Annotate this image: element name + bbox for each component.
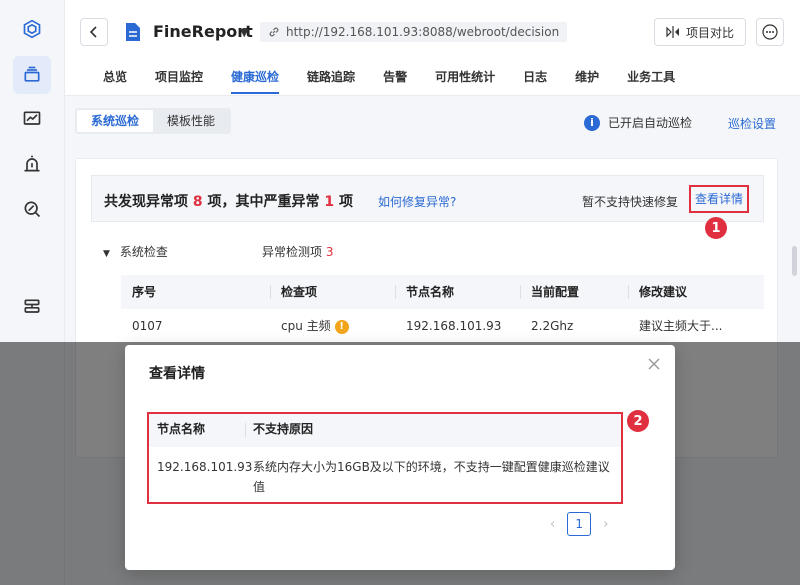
section-title: 系统检查 — [119, 245, 168, 259]
more-button[interactable] — [756, 18, 784, 46]
tab-overview[interactable]: 总览 — [103, 68, 127, 94]
col-reason: 不支持原因 — [245, 414, 621, 447]
col-seq: 序号 — [132, 285, 157, 299]
chevron-left-icon — [89, 26, 97, 38]
col-current-config: 当前配置 — [520, 275, 628, 309]
link-icon — [269, 27, 279, 37]
caret-down-icon[interactable]: ▼ — [240, 26, 248, 39]
summary-prefix: 共发现异常项 — [104, 194, 188, 210]
check-table: 序号 检查项 节点名称 当前配置 修改建议 0107 cpu 主频! 192.1… — [121, 275, 764, 345]
abnormal-items: 异常检测项 3 — [262, 243, 333, 260]
page-number[interactable]: 1 — [567, 512, 592, 536]
check-item-text: cpu 主频 — [281, 319, 331, 333]
tab-maintain[interactable]: 维护 — [575, 68, 599, 94]
tab-system-patrol[interactable]: 系统巡检 — [77, 110, 154, 132]
cell-config: 2.2Ghz — [531, 319, 574, 333]
annotation-marker-1: 1 — [705, 217, 727, 239]
summary-middle: 项，其中严重异常 — [207, 194, 320, 210]
url-field[interactable]: http://192.168.101.93:8088/webroot/decis… — [260, 22, 568, 42]
prev-page-icon[interactable]: ‹ — [550, 517, 555, 532]
details-table-header: 节点名称 不支持原因 — [149, 414, 621, 447]
close-icon[interactable] — [645, 355, 663, 373]
col-check-item: 检查项 — [270, 275, 395, 309]
scrollbar[interactable] — [792, 246, 797, 276]
url-text: http://192.168.101.93:8088/webroot/decis… — [286, 25, 560, 39]
compare-icon — [666, 26, 679, 38]
table-row: 0107 cpu 主频! 192.168.101.93 2.2Ghz 建议主频大… — [121, 309, 764, 345]
nav-tabs: 总览 项目监控 健康巡检 链路追踪 告警 可用性统计 日志 维护 业务工具 — [103, 68, 675, 94]
back-button[interactable] — [80, 18, 108, 46]
tools-icon[interactable] — [13, 190, 51, 228]
abnormal-items-count: 3 — [325, 245, 334, 259]
table-header: 序号 检查项 节点名称 当前配置 修改建议 — [121, 275, 764, 309]
compare-button[interactable]: 项目对比 — [654, 18, 746, 46]
logo-icon[interactable] — [13, 10, 51, 48]
details-table: 节点名称 不支持原因 192.168.101.93 系统内存大小为16GB及以下… — [147, 412, 623, 504]
auto-patrol-status: i 已开启自动巡检 — [583, 114, 692, 131]
info-icon: i — [583, 114, 600, 131]
tab-alarm[interactable]: 告警 — [383, 68, 407, 94]
summary-text: 共发现异常项 8 项，其中严重异常 1 项 — [104, 191, 353, 211]
col-suggestion: 修改建议 — [628, 275, 764, 309]
summary-bar: 共发现异常项 8 项，其中严重异常 1 项 如何修复异常? 暂不支持快速修复 查… — [91, 175, 764, 222]
tab-trace[interactable]: 链路追踪 — [307, 68, 355, 94]
severe-count: 1 — [324, 194, 335, 210]
more-icon — [762, 24, 778, 40]
cell-reason: 系统内存大小为16GB及以下的环境，不支持一键配置健康巡检建议值 — [253, 460, 610, 494]
view-details-link[interactable]: 查看详情 — [689, 185, 750, 213]
table-row: 192.168.101.93 系统内存大小为16GB及以下的环境，不支持一键配置… — [149, 447, 621, 497]
tab-template-perf[interactable]: 模板性能 — [153, 110, 229, 132]
abnormal-label: 异常检测项 — [262, 245, 323, 259]
pagination: ‹ 1 › — [550, 512, 608, 536]
col-node-name: 节点名称 — [395, 275, 520, 309]
no-quick-fix-text: 暂不支持快速修复 — [582, 195, 679, 209]
list-icon[interactable] — [13, 288, 51, 326]
section-system-check[interactable]: ▼ 系统检查 — [103, 243, 168, 260]
cell-seq: 0107 — [132, 319, 163, 333]
tab-project-monitor[interactable]: 项目监控 — [155, 68, 203, 94]
modal-title: 查看详情 — [149, 366, 205, 382]
chart-monitor-icon[interactable] — [13, 100, 51, 138]
summary-suffix: 项 — [339, 194, 353, 210]
col-node-name: 节点名称 — [157, 422, 206, 436]
layers-icon[interactable] — [13, 56, 51, 94]
how-to-fix-link[interactable]: 如何修复异常? — [378, 193, 456, 210]
document-icon — [126, 23, 140, 41]
tab-availability[interactable]: 可用性统计 — [435, 68, 495, 94]
annotation-marker-2: 2 — [627, 410, 649, 432]
tab-log[interactable]: 日志 — [523, 68, 547, 94]
cell-check-item: cpu 主频! — [270, 309, 395, 345]
tab-health-patrol[interactable]: 健康巡检 — [231, 68, 280, 94]
tab-business-tools[interactable]: 业务工具 — [627, 68, 675, 94]
alarm-icon[interactable] — [13, 145, 51, 183]
cell-node: 192.168.101.93 — [406, 319, 502, 333]
next-page-icon[interactable]: › — [603, 517, 608, 532]
details-modal: 查看详情 节点名称 不支持原因 192.168.101.93 系统内存大小为16… — [125, 345, 675, 570]
app-name[interactable]: FineReport — [153, 22, 253, 41]
patrol-settings-link[interactable]: 巡检设置 — [728, 115, 776, 132]
subtab-switch: 系统巡检 模板性能 — [75, 108, 232, 134]
warning-icon[interactable]: ! — [334, 319, 349, 334]
auto-patrol-text: 已开启自动巡检 — [607, 116, 692, 130]
top-bar: FineReport ▼ http://192.168.101.93:8088/… — [65, 0, 800, 96]
abnormal-count: 8 — [192, 194, 203, 210]
cell-node: 192.168.101.93 — [157, 460, 253, 474]
caret-down-icon: ▼ — [103, 249, 110, 259]
compare-label: 项目对比 — [685, 25, 734, 40]
cell-suggestion: 建议主频大于... — [639, 319, 723, 333]
